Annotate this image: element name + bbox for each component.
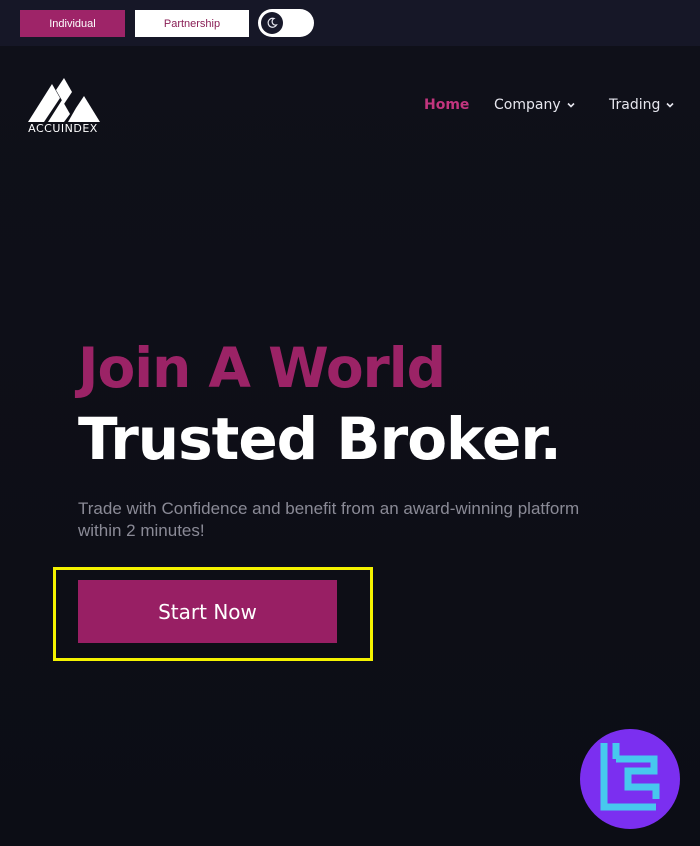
nav-home-label: Home [424, 97, 470, 113]
headline-line-2: Trusted Broker. [78, 405, 562, 473]
nav-home[interactable]: Home [424, 96, 469, 114]
hero-subtext: Trade with Confidence and benefit from a… [78, 499, 580, 540]
headline-line-1: Join A World [78, 336, 446, 400]
individual-button[interactable]: Individual [20, 10, 125, 37]
nav-trading-label: Trading [609, 97, 661, 113]
partnership-button[interactable]: Partnership [135, 10, 249, 37]
chevron-down-icon [666, 102, 674, 108]
nav-company-label: Company [494, 97, 561, 113]
moon-icon [261, 12, 283, 34]
tc-badge-icon[interactable] [580, 729, 680, 829]
nav-trading[interactable]: Trading [609, 96, 674, 114]
start-now-button[interactable]: Start Now [78, 580, 337, 643]
nav-company[interactable]: Company [494, 96, 575, 114]
brand-name: ACCUINDEX [28, 122, 98, 135]
theme-toggle[interactable] [258, 9, 314, 37]
top-bar: Individual Partnership [0, 0, 700, 46]
chevron-down-icon [567, 102, 575, 108]
